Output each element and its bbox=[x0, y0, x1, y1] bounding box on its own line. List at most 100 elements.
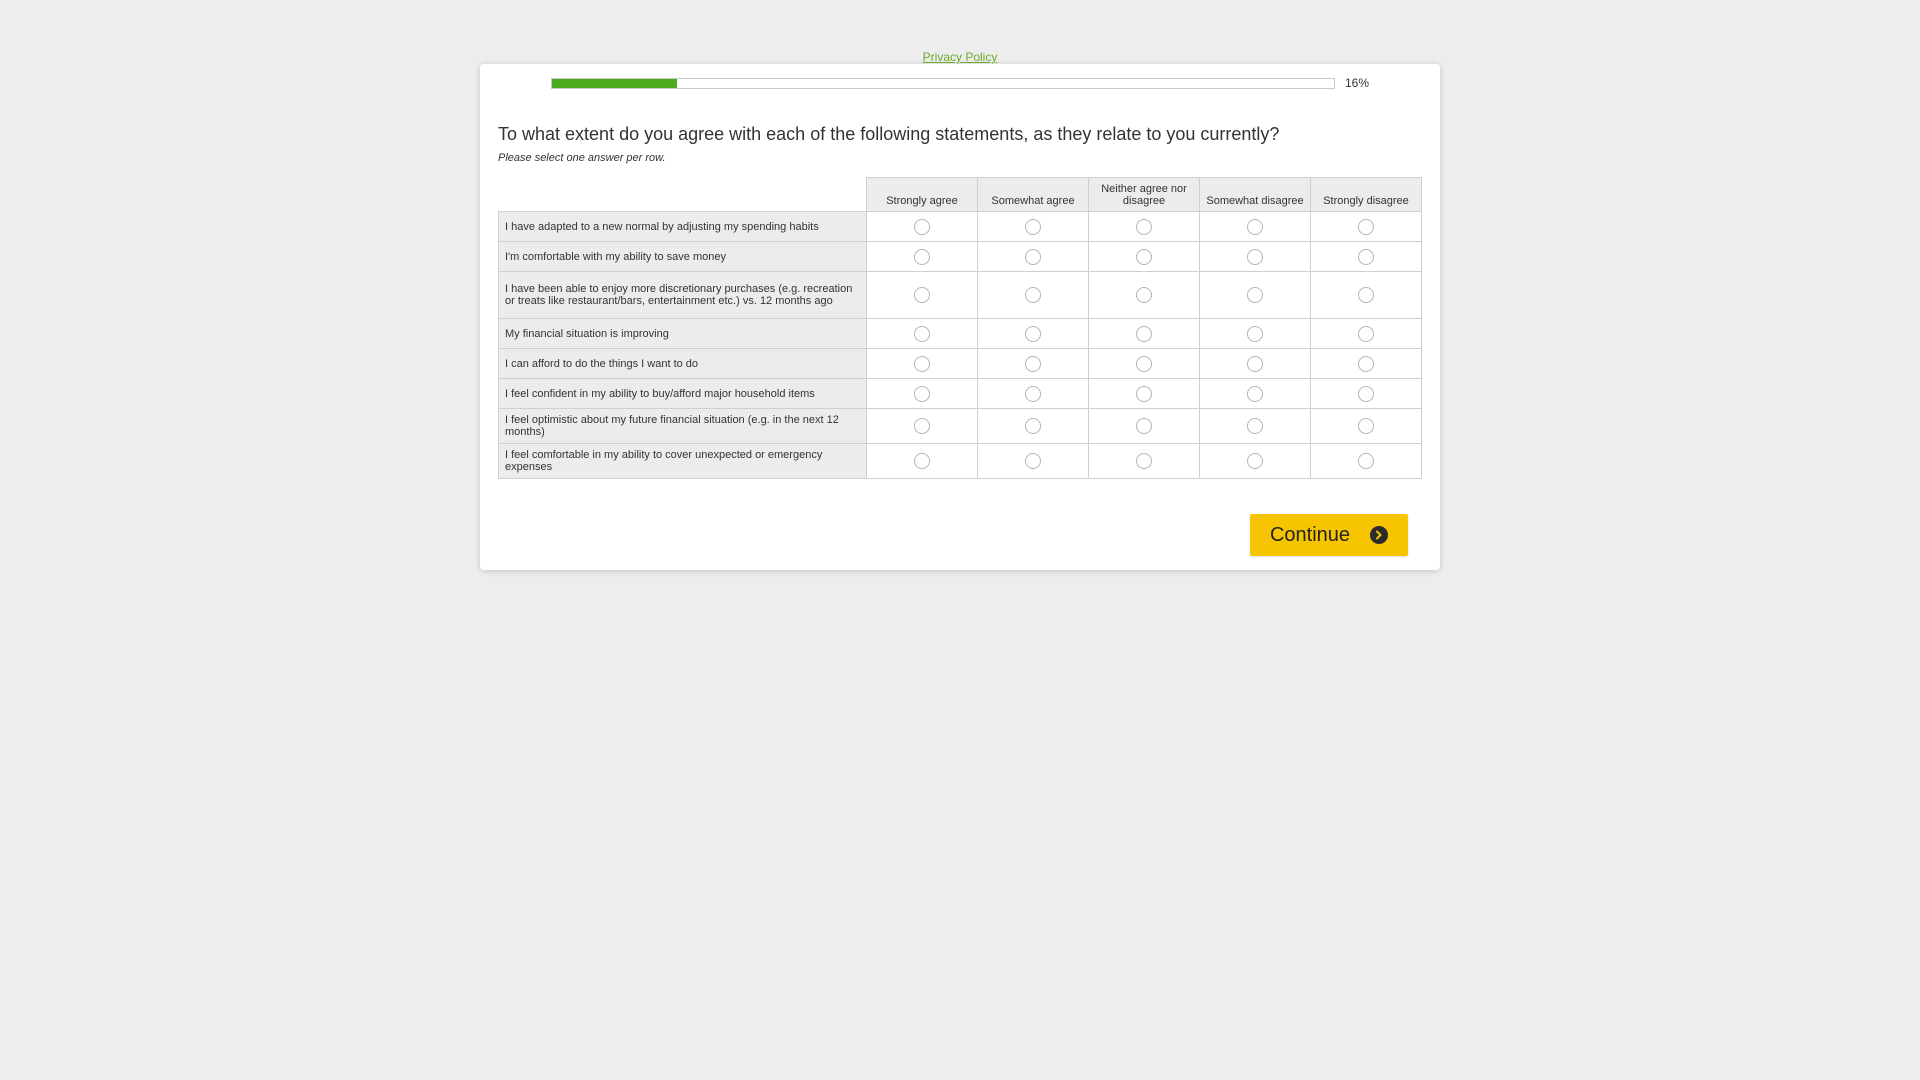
answer-radio[interactable] bbox=[914, 453, 930, 469]
answer-cell[interactable] bbox=[977, 408, 1089, 444]
answer-radio[interactable] bbox=[1358, 418, 1374, 434]
answer-cell[interactable] bbox=[977, 348, 1089, 379]
answer-cell[interactable] bbox=[866, 408, 978, 444]
survey-card: 16% To what extent do you agree with eac… bbox=[480, 64, 1440, 570]
answer-radio[interactable] bbox=[1247, 355, 1263, 372]
answer-cell[interactable] bbox=[1310, 378, 1422, 409]
answer-radio[interactable] bbox=[1136, 248, 1152, 265]
answer-cell[interactable] bbox=[977, 271, 1089, 319]
statement-row: I feel confident in my ability to buy/af… bbox=[498, 378, 1422, 409]
answer-radio[interactable] bbox=[1247, 287, 1263, 303]
answer-cell[interactable] bbox=[1199, 211, 1311, 242]
answer-cell[interactable] bbox=[1310, 348, 1422, 379]
progress-bar-fill bbox=[552, 78, 678, 88]
answer-cell[interactable] bbox=[1199, 443, 1311, 479]
answer-radio[interactable] bbox=[1136, 418, 1152, 434]
statement-row: I have been able to enjoy more discretio… bbox=[498, 271, 1422, 319]
column-header: Strongly disagree bbox=[1310, 177, 1422, 212]
answer-cell[interactable] bbox=[1199, 348, 1311, 379]
answer-radio[interactable] bbox=[1025, 287, 1041, 303]
answer-radio[interactable] bbox=[1358, 355, 1374, 372]
answer-cell[interactable] bbox=[1310, 241, 1422, 272]
answer-cell[interactable] bbox=[1088, 348, 1200, 379]
answer-cell[interactable] bbox=[1088, 378, 1200, 409]
answer-radio[interactable] bbox=[1247, 418, 1263, 434]
answer-cell[interactable] bbox=[1199, 241, 1311, 272]
answer-radio[interactable] bbox=[1247, 325, 1263, 342]
progress-section: 16% bbox=[551, 76, 1391, 90]
answer-cell[interactable] bbox=[977, 378, 1089, 409]
answer-radio[interactable] bbox=[914, 218, 930, 235]
answer-cell[interactable] bbox=[866, 348, 978, 379]
answer-radio[interactable] bbox=[1136, 355, 1152, 372]
answer-cell[interactable] bbox=[866, 443, 978, 479]
answer-radio[interactable] bbox=[914, 287, 930, 303]
answer-cell[interactable] bbox=[1310, 271, 1422, 319]
answer-radio[interactable] bbox=[914, 248, 930, 265]
answer-radio[interactable] bbox=[914, 355, 930, 372]
answer-cell[interactable] bbox=[977, 241, 1089, 272]
answer-cell[interactable] bbox=[1199, 408, 1311, 444]
answer-radio[interactable] bbox=[1247, 248, 1263, 265]
answer-radio[interactable] bbox=[1358, 287, 1374, 303]
progress-bar bbox=[551, 77, 1335, 89]
answer-radio[interactable] bbox=[1136, 287, 1152, 303]
answer-cell[interactable] bbox=[1310, 318, 1422, 349]
answer-cell[interactable] bbox=[866, 378, 978, 409]
answer-cell[interactable] bbox=[1310, 211, 1422, 242]
answer-cell[interactable] bbox=[1088, 443, 1200, 479]
answer-radio[interactable] bbox=[1025, 453, 1041, 469]
answer-cell[interactable] bbox=[866, 211, 978, 242]
statement-row: I can afford to do the things I want to … bbox=[498, 348, 1422, 379]
statement-row: I feel comfortable in my ability to cove… bbox=[498, 443, 1422, 479]
answer-cell[interactable] bbox=[1199, 378, 1311, 409]
answer-cell[interactable] bbox=[866, 241, 978, 272]
answer-cell[interactable] bbox=[866, 318, 978, 349]
answer-radio[interactable] bbox=[1358, 453, 1374, 469]
answer-radio[interactable] bbox=[1358, 325, 1374, 342]
answer-radio[interactable] bbox=[914, 385, 930, 402]
answer-radio[interactable] bbox=[1025, 418, 1041, 434]
answer-cell[interactable] bbox=[1310, 408, 1422, 444]
answer-cell[interactable] bbox=[977, 318, 1089, 349]
grid-header-row: Strongly agree Somewhat agree Neither ag… bbox=[498, 177, 1422, 212]
answer-cell[interactable] bbox=[1088, 271, 1200, 319]
answer-cell[interactable] bbox=[866, 271, 978, 319]
progress-percent: 16% bbox=[1345, 76, 1370, 90]
answer-radio[interactable] bbox=[1247, 453, 1263, 469]
statement-label: I feel confident in my ability to buy/af… bbox=[498, 378, 867, 409]
answer-cell[interactable] bbox=[1199, 271, 1311, 319]
answer-cell[interactable] bbox=[1088, 408, 1200, 444]
continue-button[interactable]: Continue bbox=[1250, 514, 1408, 556]
answer-radio[interactable] bbox=[1136, 385, 1152, 402]
answer-radio[interactable] bbox=[1136, 218, 1152, 235]
answer-cell[interactable] bbox=[977, 211, 1089, 242]
privacy-policy-link[interactable]: Privacy Policy bbox=[0, 50, 1920, 64]
instruction-text: Please select one answer per row. bbox=[498, 152, 666, 164]
answer-radio[interactable] bbox=[1136, 453, 1152, 469]
answer-radio[interactable] bbox=[1025, 355, 1041, 372]
answer-radio[interactable] bbox=[1025, 325, 1041, 342]
answer-radio[interactable] bbox=[1358, 385, 1374, 402]
question-text: To what extent do you agree with each of… bbox=[498, 124, 1280, 144]
statement-row: My financial situation is improving bbox=[498, 318, 1422, 349]
column-header: Neither agree nor disagree bbox=[1088, 177, 1200, 212]
answer-radio[interactable] bbox=[1025, 385, 1041, 402]
answer-cell[interactable] bbox=[1088, 318, 1200, 349]
answer-radio[interactable] bbox=[914, 325, 930, 342]
answer-radio[interactable] bbox=[1136, 325, 1152, 342]
answer-radio[interactable] bbox=[914, 418, 930, 434]
answer-cell[interactable] bbox=[1310, 443, 1422, 479]
answer-radio[interactable] bbox=[1247, 385, 1263, 402]
statement-label: I'm comfortable with my ability to save … bbox=[498, 241, 867, 272]
answer-cell[interactable] bbox=[1088, 241, 1200, 272]
answer-cell[interactable] bbox=[977, 443, 1089, 479]
answer-radio[interactable] bbox=[1358, 218, 1374, 235]
answer-radio[interactable] bbox=[1358, 248, 1374, 265]
answer-cell[interactable] bbox=[1088, 211, 1200, 242]
answer-cell[interactable] bbox=[1199, 318, 1311, 349]
answer-radio[interactable] bbox=[1025, 218, 1041, 235]
answer-radio[interactable] bbox=[1247, 218, 1263, 235]
answer-radio[interactable] bbox=[1025, 248, 1041, 265]
statement-row: I feel optimistic about my future financ… bbox=[498, 408, 1422, 444]
